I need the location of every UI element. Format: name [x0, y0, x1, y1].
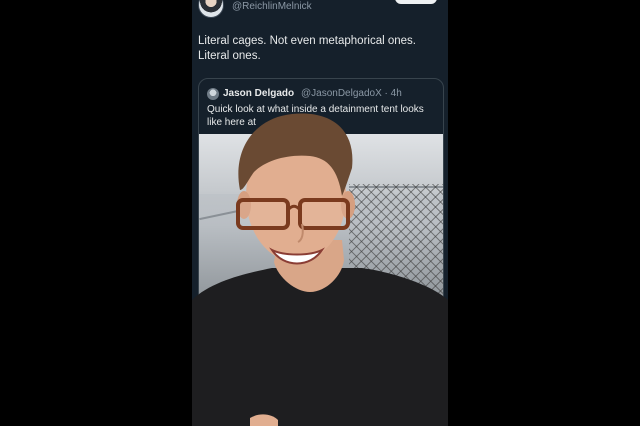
presenter-video-overlay: [192, 113, 448, 426]
tweet-screen: @ReichlinMelnick Literal cages. Not even…: [192, 0, 448, 426]
presenter-shirt: [192, 268, 448, 426]
glasses-lens-left: [236, 198, 290, 230]
glasses-lens-right: [298, 198, 350, 230]
